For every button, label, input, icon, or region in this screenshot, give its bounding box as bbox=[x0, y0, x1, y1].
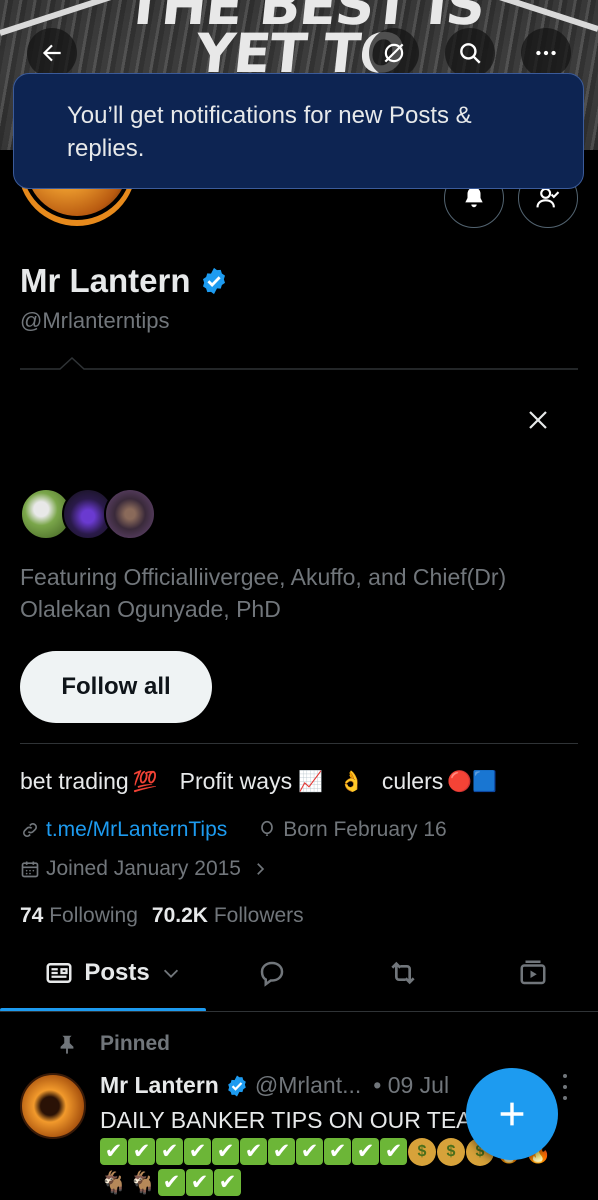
divider bbox=[20, 743, 578, 744]
tab-replies[interactable] bbox=[246, 940, 298, 1006]
verified-badge-icon bbox=[228, 1075, 246, 1096]
search-button[interactable] bbox=[445, 28, 495, 78]
hundred-points-emoji: 💯 bbox=[132, 771, 158, 793]
compose-post-button[interactable] bbox=[466, 1068, 558, 1160]
link-icon bbox=[23, 823, 37, 837]
suggestions-divider bbox=[20, 356, 578, 370]
profile-handle: @Mrlanterntips bbox=[20, 308, 170, 333]
tweet-author-name[interactable]: Mr Lantern bbox=[100, 1072, 219, 1099]
plus-icon bbox=[500, 1102, 524, 1126]
balloon-icon bbox=[261, 820, 274, 836]
following-number: 74 bbox=[20, 904, 44, 927]
video-media-icon bbox=[520, 960, 546, 985]
tweet-more-button[interactable] bbox=[556, 1074, 574, 1100]
back-button[interactable] bbox=[27, 28, 77, 78]
check-mark-emoji: ✔ bbox=[352, 1138, 379, 1165]
pin-icon bbox=[60, 1035, 74, 1055]
check-mark-emoji: ✔ bbox=[380, 1138, 407, 1165]
tab-reposts[interactable] bbox=[377, 940, 429, 1006]
money-bag-emoji: $ bbox=[408, 1138, 436, 1166]
tweet-date: • 09 Jul bbox=[373, 1072, 450, 1098]
profile-link[interactable]: t.me/MrLanternTips bbox=[46, 818, 227, 842]
ok-hand-emoji: 👌 bbox=[339, 771, 364, 793]
chevron-right-icon bbox=[257, 863, 265, 875]
followers-count[interactable]: 70.2K Followers bbox=[152, 904, 304, 928]
pinned-label: Pinned bbox=[100, 1032, 171, 1055]
more-horizontal-icon bbox=[536, 50, 556, 56]
check-mark-emoji: ✔ bbox=[268, 1138, 295, 1165]
toast-message: You’ll get notifications for new Posts &… bbox=[67, 102, 472, 162]
suggested-accounts-avatars[interactable] bbox=[20, 488, 160, 544]
dismiss-suggestions-button[interactable] bbox=[520, 402, 556, 438]
bio-text: Profit ways bbox=[179, 768, 293, 794]
follow-all-button[interactable]: Follow all bbox=[20, 651, 212, 723]
profile-name: Mr Lantern bbox=[20, 262, 229, 300]
check-mark-emoji: ✔ bbox=[186, 1169, 213, 1196]
check-mark-emoji: ✔ bbox=[212, 1138, 239, 1165]
more-options-button[interactable] bbox=[521, 28, 571, 78]
tab-media[interactable] bbox=[507, 940, 559, 1006]
follow-counts: 74 Following 70.2K Followers bbox=[20, 904, 304, 928]
repost-icon bbox=[391, 961, 415, 985]
chevron-down-icon bbox=[163, 969, 178, 978]
check-mark-emoji: ✔ bbox=[156, 1138, 183, 1165]
pinned-indicator: Pinned bbox=[56, 1032, 170, 1056]
calendar-icon bbox=[21, 861, 39, 878]
tab-posts-label: Posts bbox=[84, 959, 150, 986]
chart-emoji: 📈 bbox=[298, 771, 323, 793]
grok-icon bbox=[384, 43, 404, 63]
goat-emoji: 🐐 bbox=[100, 1170, 128, 1195]
followers-number: 70.2K bbox=[151, 904, 208, 927]
following-label: Following bbox=[49, 904, 138, 927]
featuring-text: Featuring Officialliivergee, Akuffo, and… bbox=[20, 564, 507, 622]
bio-text: culers bbox=[381, 768, 444, 794]
profile-tabs: Posts bbox=[0, 940, 598, 1012]
avatar bbox=[104, 488, 156, 540]
red-circle-emoji: 🔴 bbox=[447, 771, 473, 793]
tabs-divider bbox=[0, 1011, 598, 1012]
following-count[interactable]: 74 Following bbox=[20, 904, 138, 928]
check-mark-emoji: ✔ bbox=[324, 1138, 351, 1165]
followers-label: Followers bbox=[213, 904, 304, 927]
profile-meta-row: t.me/MrLanternTips Born February 16 bbox=[20, 818, 447, 842]
tweet-author-handle[interactable]: @Mrlant... bbox=[255, 1072, 361, 1099]
bio-text: bet trading bbox=[20, 768, 129, 794]
check-mark-emoji: ✔ bbox=[158, 1169, 185, 1196]
joined-text: Joined January 2015 bbox=[46, 857, 241, 880]
notification-toast[interactable]: You’ll get notifications for new Posts &… bbox=[13, 73, 584, 189]
check-mark-emoji: ✔ bbox=[128, 1138, 155, 1165]
tab-posts[interactable]: Posts bbox=[20, 940, 206, 1006]
check-mark-emoji: ✔ bbox=[240, 1138, 267, 1165]
money-bag-emoji: $ bbox=[437, 1138, 465, 1166]
tweet-avatar[interactable] bbox=[20, 1073, 86, 1139]
tweet-emoji-row: 🐐 🐐 ✔ ✔ ✔ bbox=[100, 1169, 241, 1197]
check-mark-emoji: ✔ bbox=[296, 1138, 323, 1165]
check-mark-emoji: ✔ bbox=[100, 1138, 127, 1165]
profile-name-text: Mr Lantern bbox=[20, 262, 191, 299]
joined-row[interactable]: Joined January 2015 bbox=[20, 857, 269, 881]
blue-square-emoji: 🟦 bbox=[472, 771, 498, 793]
check-mark-emoji: ✔ bbox=[214, 1169, 241, 1196]
arrow-left-icon bbox=[42, 44, 61, 62]
search-icon bbox=[460, 43, 481, 64]
goat-emoji: 🐐 bbox=[129, 1170, 157, 1195]
birthday-text: Born February 16 bbox=[283, 818, 447, 841]
reply-bubble-icon bbox=[260, 961, 284, 987]
posts-tab-icon bbox=[46, 963, 72, 983]
check-mark-emoji: ✔ bbox=[184, 1138, 211, 1165]
translate-button[interactable] bbox=[369, 28, 419, 78]
profile-bio: bet trading 💯 Profit ways 📈 👌 culers 🔴 🟦 bbox=[20, 768, 497, 795]
verified-badge-icon[interactable] bbox=[199, 266, 229, 296]
close-icon bbox=[529, 411, 547, 429]
tweet-header: Mr Lantern @Mrlant... • 09 Jul bbox=[100, 1072, 449, 1099]
